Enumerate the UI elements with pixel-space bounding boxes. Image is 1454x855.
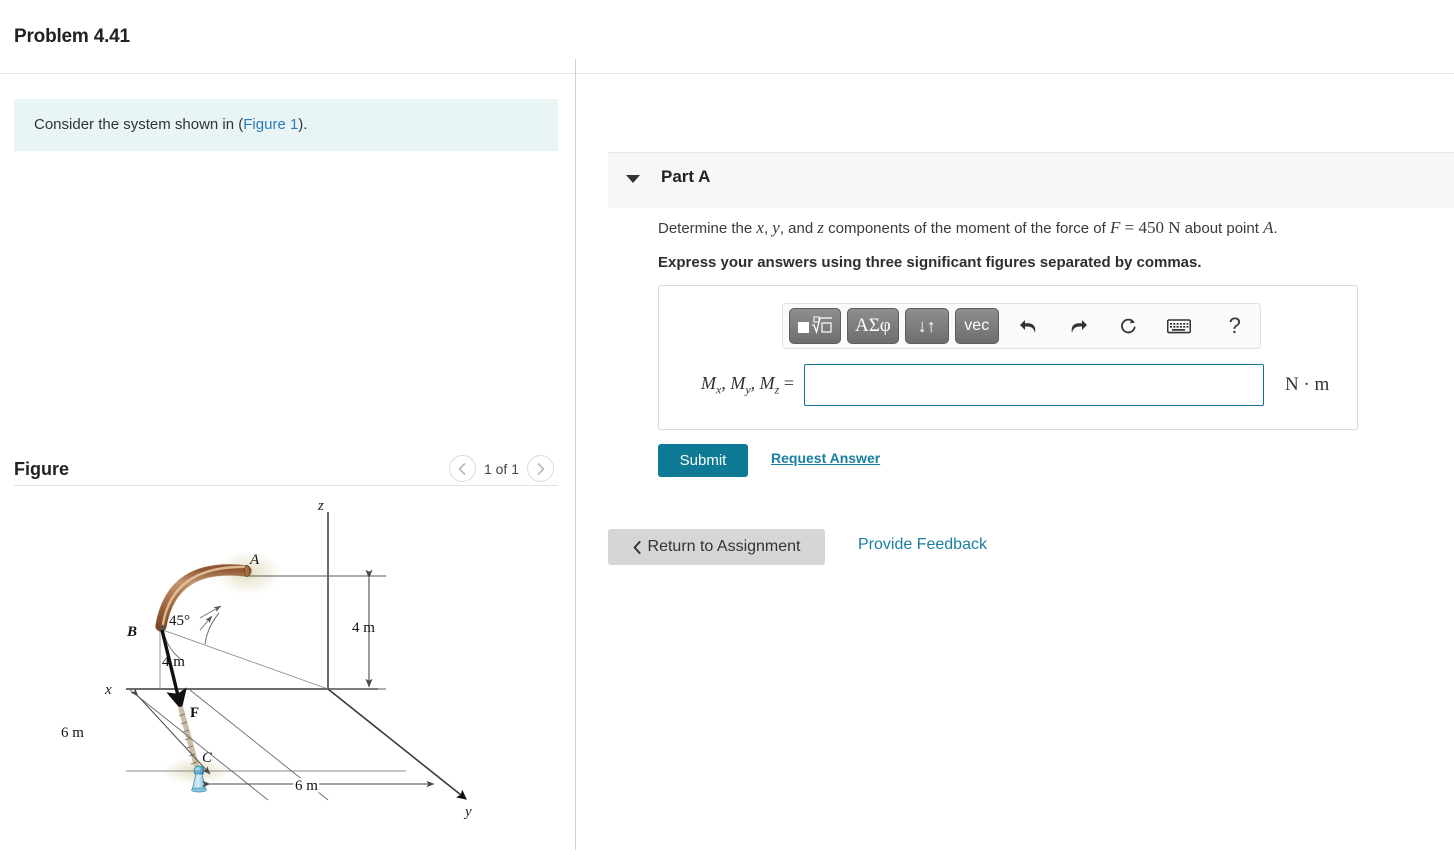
- figure-prev-button[interactable]: [448, 455, 476, 482]
- main-content: Consider the system shown in (Figure 1).…: [0, 59, 1454, 850]
- return-to-assignment-button[interactable]: Return to Assignment: [608, 529, 825, 565]
- angle-label-45: 45°: [169, 613, 190, 629]
- var-y: y: [772, 218, 780, 237]
- axis-y-label: y: [463, 804, 472, 820]
- question-seg-3: about point: [1180, 220, 1264, 237]
- figure-header: Figure 1 of 1: [14, 449, 558, 497]
- dim-label-6m-y: 6 m: [295, 778, 318, 794]
- figure-navigation: 1 of 1: [448, 455, 554, 482]
- question-text: Determine the x, y, and z components of …: [658, 218, 1278, 238]
- radical-template-icon: [798, 316, 832, 335]
- right-panel: Part A Determine the x, y, and z compone…: [576, 74, 1454, 850]
- support-base: [191, 787, 207, 793]
- intro-text: Consider the system shown in (Figure 1).: [34, 116, 307, 133]
- part-a-label: Part A: [661, 167, 711, 186]
- reset-circular-arrow-icon: [1121, 318, 1136, 333]
- answer-unit: N · m: [1285, 374, 1330, 395]
- chevron-left-icon: [633, 540, 641, 554]
- construction-line-45: [159, 628, 329, 690]
- mechanics-diagram-svg: z x y A B 4 m 45° 4 m F C 6 m 6 m: [61, 498, 472, 820]
- reset-icon[interactable]: [1109, 308, 1149, 344]
- math-toolbar: ΑΣφ ↓↑ vec ?: [782, 303, 1261, 349]
- undo-icon[interactable]: [1009, 308, 1049, 344]
- figure-1-link[interactable]: Figure 1: [243, 116, 298, 133]
- chevron-right-icon: [537, 462, 544, 475]
- dim-label-4m-radius: 4 m: [162, 654, 185, 670]
- intro-callout: Consider the system shown in (Figure 1).: [14, 99, 558, 151]
- dim-label-4m-vertical: 4 m: [352, 620, 375, 636]
- help-icon[interactable]: ?: [1215, 308, 1255, 344]
- point-c-label: C: [202, 750, 213, 766]
- submit-button[interactable]: Submit: [658, 444, 748, 477]
- vector-button[interactable]: vec: [954, 308, 999, 344]
- question-seg-2: components of the moment of the force of: [823, 220, 1110, 237]
- question-period: .: [1273, 220, 1278, 237]
- instruction-text: Express your answers using three signifi…: [658, 254, 1202, 271]
- redo-icon[interactable]: [1059, 308, 1099, 344]
- caret-down-icon[interactable]: [626, 175, 640, 183]
- figure-diagram: z x y A B 4 m 45° 4 m F C 6 m 6 m: [14, 494, 558, 850]
- arrows-button[interactable]: ↓↑: [904, 308, 949, 344]
- intro-suffix: ).: [298, 116, 308, 133]
- figure-section-title: Figure: [14, 459, 70, 479]
- rod-cap-a: [243, 565, 250, 578]
- figure-next-button[interactable]: [527, 455, 554, 482]
- return-button-label: Return to Assignment: [647, 538, 801, 555]
- axis-x-label: x: [104, 682, 112, 698]
- page-title: Problem 4.41: [14, 26, 130, 47]
- keyboard-glyph-icon: [1166, 318, 1191, 333]
- dim-label-6m-x: 6 m: [61, 725, 84, 741]
- request-answer-link[interactable]: Request Answer: [771, 450, 880, 466]
- force-unit: N: [1168, 218, 1181, 237]
- axis-y-line: [327, 688, 467, 800]
- var-f: F: [1109, 218, 1121, 237]
- answer-input[interactable]: [804, 364, 1264, 406]
- template-radical-button[interactable]: [789, 308, 841, 344]
- page-header: Problem 4.41: [0, 0, 1454, 74]
- angle-leader-left: [199, 615, 213, 631]
- figure-counter: 1 of 1: [483, 460, 519, 477]
- point-a-label: A: [249, 552, 260, 568]
- angle-leader-right: [199, 605, 222, 619]
- left-panel: Consider the system shown in (Figure 1).…: [0, 74, 575, 850]
- answer-row: Mx, My, Mz = N · m: [659, 364, 1359, 406]
- intro-prefix: Consider the system shown in (: [34, 116, 244, 133]
- var-x: x: [756, 218, 764, 237]
- answer-entry-box: ΑΣφ ↓↑ vec ? Mx, My, Mz = N · m: [658, 285, 1358, 430]
- keyboard-icon[interactable]: [1159, 308, 1199, 344]
- question-seg-1: Determine the: [658, 220, 757, 237]
- point-b-label: B: [126, 624, 137, 640]
- provide-feedback-link[interactable]: Provide Feedback: [858, 536, 987, 554]
- var-z: z: [817, 218, 824, 237]
- redo-arrow-icon: [1071, 319, 1088, 333]
- undo-arrow-icon: [1020, 319, 1036, 333]
- angle-arc-45: [204, 612, 220, 645]
- question-comma-2: , and: [779, 220, 818, 237]
- force-value: = 450: [1120, 218, 1169, 237]
- figure-divider: [14, 485, 558, 486]
- greek-symbols-button[interactable]: ΑΣφ: [847, 308, 899, 344]
- axis-z-label: z: [317, 498, 324, 514]
- chevron-left-icon: [459, 462, 466, 475]
- answer-label: Mx, My, Mz =: [701, 372, 794, 397]
- var-a: A: [1263, 218, 1274, 237]
- force-label-f: F: [190, 705, 199, 721]
- part-a-header[interactable]: Part A: [608, 152, 1454, 208]
